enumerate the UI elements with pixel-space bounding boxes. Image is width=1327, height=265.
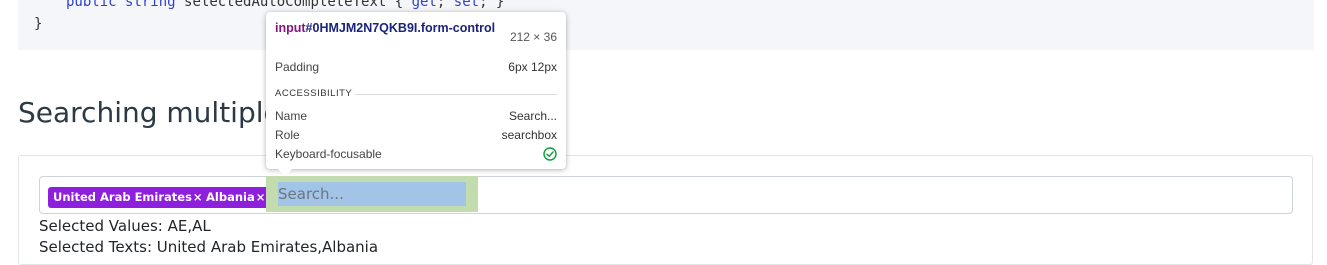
code-line-closing-brace: } bbox=[34, 16, 43, 32]
inspect-element-selector: input#0HMJM2N7QKB9I.form-control bbox=[275, 21, 503, 35]
code-property-name: selectedAutoCompleteText bbox=[184, 0, 387, 10]
inspect-selector: #0HMJM2N7QKB9I.form-control bbox=[305, 21, 496, 35]
inspect-tooltip: input#0HMJM2N7QKB9I.form-control 212 × 3… bbox=[266, 12, 566, 176]
inspect-accessibility-heading: ACCESSIBILITY bbox=[275, 88, 353, 99]
inspect-role-row: Role searchbox bbox=[275, 127, 557, 143]
check-circle-icon bbox=[543, 147, 557, 161]
search-input[interactable] bbox=[278, 182, 466, 206]
code-keyword-public: public bbox=[66, 0, 117, 10]
inspect-focusable-row: Keyboard-focusable bbox=[275, 146, 557, 162]
selected-texts-text: Selected Texts: United Arab Emirates,Alb… bbox=[39, 238, 379, 256]
inspect-tooltip-arrow bbox=[278, 169, 292, 176]
code-keyword-string: string bbox=[125, 0, 176, 10]
inspect-element-size: 212 × 36 bbox=[509, 30, 557, 44]
tag-albania: Albania× bbox=[201, 187, 271, 208]
selected-values-text: Selected Values: AE,AL bbox=[39, 217, 211, 235]
inspect-padding-row: Padding 6px 12px bbox=[275, 59, 557, 75]
inspect-padding-value: 6px 12px bbox=[508, 60, 557, 74]
tag-label: Albania bbox=[206, 190, 255, 204]
code-keyword-get: get bbox=[411, 0, 437, 10]
code-keyword-set: set bbox=[453, 0, 480, 10]
inspect-name-label: Name bbox=[275, 109, 308, 123]
inspect-role-value: searchbox bbox=[501, 128, 557, 142]
tag-remove-button[interactable]: × bbox=[256, 190, 266, 204]
section-heading: Searching multiple bbox=[18, 96, 281, 129]
tag-label: United Arab Emirates bbox=[53, 190, 192, 204]
inspect-tag-name: input bbox=[275, 21, 306, 35]
inspect-padding-label: Padding bbox=[275, 60, 320, 74]
inspect-focusable-label: Keyboard-focusable bbox=[275, 147, 382, 161]
code-line-property: public string selectedAutoCompleteText {… bbox=[66, 0, 504, 10]
inspect-divider bbox=[355, 94, 557, 95]
inspect-role-label: Role bbox=[275, 128, 300, 142]
tag-united-arab-emirates: United Arab Emirates× bbox=[48, 187, 208, 208]
inspect-name-row: Name Search... bbox=[275, 108, 557, 124]
inspect-name-value: Search... bbox=[508, 109, 557, 123]
code-block: public string selectedAutoCompleteText {… bbox=[18, 0, 1314, 50]
